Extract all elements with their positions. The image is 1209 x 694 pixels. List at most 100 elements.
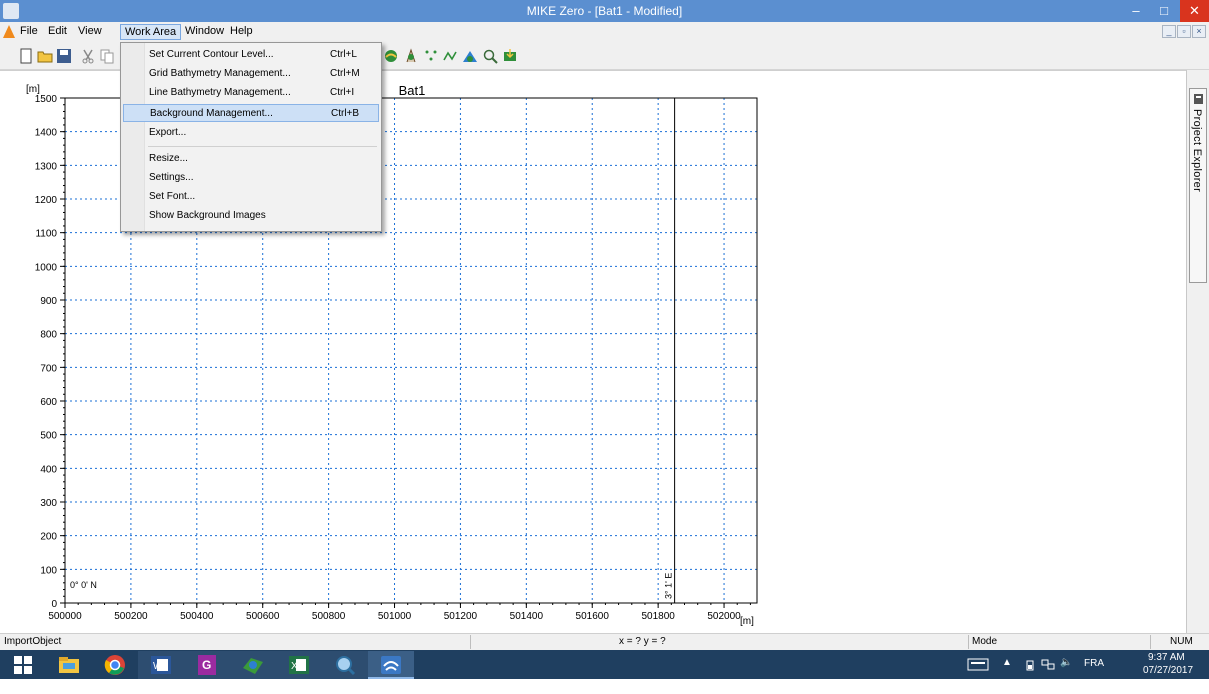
y-tick-label: 0 <box>51 599 57 610</box>
minimize-button[interactable]: – <box>1122 0 1150 22</box>
chrome-icon <box>104 655 125 675</box>
cut-icon[interactable] <box>80 48 96 64</box>
start-icon <box>14 656 32 674</box>
num-lock-indicator: NUM <box>1170 636 1193 647</box>
menu-item-set-contour-level[interactable]: Set Current Contour Level... Ctrl+L <box>123 46 379 64</box>
battery-icon[interactable] <box>1026 659 1034 671</box>
points-icon[interactable] <box>423 48 439 64</box>
x-tick-label: 502000 <box>707 611 741 622</box>
new-icon[interactable] <box>18 48 34 64</box>
y-tick-label: 400 <box>40 464 57 475</box>
x-tick-label: 501600 <box>576 611 610 622</box>
menu-item-line-bathymetry[interactable]: Line Bathymetry Management... Ctrl+I <box>123 84 379 102</box>
language-indicator[interactable]: FRA <box>1084 658 1104 687</box>
show-hidden-icons[interactable]: ▲ <box>1002 657 1012 686</box>
maximize-button[interactable]: □ <box>1150 0 1178 22</box>
status-text: ImportObject <box>4 636 62 647</box>
copy-icon[interactable] <box>99 48 115 64</box>
longitude-annotation: 3° 1' E <box>664 573 674 599</box>
menu-item-background-management[interactable]: Background Management... Ctrl+B <box>123 104 379 122</box>
taskbar-pdf[interactable]: G <box>184 651 230 679</box>
y-tick-label: 700 <box>40 363 57 374</box>
taskbar-search-app[interactable] <box>322 651 368 679</box>
taskbar-mike-zone[interactable] <box>230 651 276 679</box>
title-bar: MIKE Zero - [Bat1 - Modified] – □ ✕ <box>0 0 1209 22</box>
latitude-annotation: 0° 0' N <box>70 580 97 590</box>
mdi-minimize-button[interactable]: _ <box>1162 25 1176 38</box>
mdi-restore-button[interactable]: ▫ <box>1177 25 1191 38</box>
menu-item-label: Background Management... <box>150 108 273 119</box>
open-icon[interactable] <box>37 48 53 64</box>
line-icon[interactable] <box>442 48 458 64</box>
menu-item-accel: Ctrl+L <box>330 49 357 60</box>
x-tick-label: 500800 <box>312 611 346 622</box>
svg-text:X: X <box>291 661 298 672</box>
mike-logo-icon[interactable] <box>3 25 15 38</box>
x-tick-label: 501400 <box>510 611 544 622</box>
project-explorer-label: Project Explorer <box>1191 109 1203 193</box>
menu-item-label: Set Current Contour Level... <box>149 49 274 60</box>
import-icon[interactable] <box>502 48 518 64</box>
menu-item-accel: Ctrl+I <box>330 87 355 98</box>
menu-file[interactable]: File <box>16 24 42 40</box>
project-explorer-tab[interactable]: Project Explorer <box>1189 88 1207 283</box>
y-tick-label: 900 <box>40 296 57 307</box>
mike-zone-icon <box>243 658 263 674</box>
y-tick-label: 200 <box>40 532 57 543</box>
menu-work-area[interactable]: Work Area <box>120 24 182 40</box>
save-icon[interactable] <box>56 48 72 64</box>
zoom-icon[interactable] <box>482 48 498 64</box>
side-panel: Project Explorer <box>1186 70 1209 633</box>
project-explorer-icon <box>1194 94 1203 104</box>
keyboard-icon[interactable] <box>967 658 989 671</box>
bathymetry-icon[interactable] <box>383 48 399 64</box>
taskbar: W G X ▲ 🔈 FRA 9:37 AM 07/27/2017 <box>0 650 1209 679</box>
y-tick-layer: 0 100 200 300 400 500 600 700 800 900 1000 1100 1200… <box>35 94 65 610</box>
pdf-icon: G <box>198 655 216 675</box>
x-tick-label: 500000 <box>48 611 82 622</box>
menu-item-export[interactable]: Export... <box>123 124 379 142</box>
x-tick-label: 500600 <box>246 611 280 622</box>
work-area-dropdown: Set Current Contour Level... Ctrl+L Grid… <box>120 42 382 232</box>
taskbar-mike-zero[interactable] <box>368 651 414 679</box>
menu-item-label: Grid Bathymetry Management... <box>149 68 291 79</box>
y-tick-label: 1300 <box>35 161 58 172</box>
menu-item-resize[interactable]: Resize... <box>123 150 379 168</box>
mike-zero-icon <box>381 656 401 674</box>
window-title: MIKE Zero - [Bat1 - Modified] <box>526 4 683 18</box>
x-axis-label: [m] <box>740 616 754 627</box>
menu-item-label: Settings... <box>149 172 194 183</box>
background-icon[interactable] <box>462 48 478 64</box>
volume-icon[interactable]: 🔈 <box>1060 657 1072 686</box>
x-tick-label: 501200 <box>444 611 478 622</box>
menu-item-accel: Ctrl+M <box>330 68 360 79</box>
menu-view[interactable]: View <box>74 24 106 40</box>
menu-item-set-font[interactable]: Set Font... <box>123 188 379 206</box>
clock-date[interactable]: 07/27/2017 <box>1143 665 1193 694</box>
close-button[interactable]: ✕ <box>1180 0 1209 22</box>
taskbar-explorer[interactable] <box>46 651 92 679</box>
contour-icon[interactable] <box>403 48 419 64</box>
menu-item-accel: Ctrl+B <box>331 108 360 119</box>
svg-text:G: G <box>202 658 211 672</box>
y-tick-label: 1000 <box>35 262 58 273</box>
menu-item-grid-bathymetry[interactable]: Grid Bathymetry Management... Ctrl+M <box>123 65 379 83</box>
mode-indicator: Mode <box>972 636 998 647</box>
network-icon[interactable] <box>1041 658 1055 671</box>
start-button[interactable] <box>0 651 46 679</box>
taskbar-excel[interactable]: X <box>276 651 322 679</box>
menu-help[interactable]: Help <box>226 24 257 40</box>
taskbar-word[interactable]: W <box>138 651 184 679</box>
menu-edit[interactable]: Edit <box>44 24 71 40</box>
y-tick-label: 600 <box>40 397 57 408</box>
menu-item-label: Export... <box>149 127 187 138</box>
menu-item-show-background-images[interactable]: Show Background Images <box>123 207 379 225</box>
x-tick-label: 500400 <box>180 611 214 622</box>
taskbar-chrome[interactable] <box>92 651 138 679</box>
y-tick-label: 1500 <box>35 94 58 105</box>
mdi-close-button[interactable]: × <box>1192 25 1206 38</box>
menu-item-settings[interactable]: Settings... <box>123 169 379 187</box>
y-tick-label: 1400 <box>35 128 58 139</box>
menu-window[interactable]: Window <box>181 24 228 40</box>
menu-item-label: Set Font... <box>149 191 196 202</box>
